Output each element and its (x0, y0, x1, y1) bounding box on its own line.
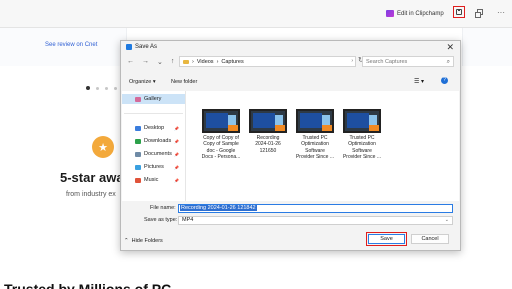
hide-folders-label: Hide Folders (131, 238, 163, 244)
chevron-icon[interactable]: › (351, 58, 353, 64)
file-name-label: File name: (150, 205, 176, 211)
breadcrumb-separator: › (192, 58, 194, 65)
downloads-icon (135, 138, 141, 144)
carousel-dot[interactable] (105, 86, 108, 90)
dialog-title: Save As (135, 44, 158, 50)
breadcrumb-separator: › (216, 58, 219, 65)
address-bar[interactable]: › Videos › Captures › (179, 56, 356, 67)
pin-icon: 📌 (174, 164, 179, 170)
carousel-dot[interactable] (114, 86, 117, 90)
nav-item-downloads[interactable]: Downloads 📌 (122, 136, 185, 146)
nav-item-gallery[interactable]: Gallery (122, 94, 185, 104)
file-name: Copy of Copy of Copy of Sample doc - Goo… (201, 135, 241, 160)
save-form: File name: Recording 2024-01-26 121842 S… (121, 201, 460, 230)
more-options-button[interactable]: ··· (495, 6, 507, 18)
file-name: Trusted PC Optimization Software Provide… (295, 135, 335, 160)
nav-item-label: Gallery (144, 96, 162, 102)
navigation-buttons: ← → ⌄ ↑ (127, 58, 174, 66)
more-icon: ··· (497, 7, 505, 17)
nav-item-label: Desktop (144, 125, 165, 131)
save-as-dialog: Save As ✕ ← → ⌄ ↑ › Videos › Captures › … (120, 40, 461, 251)
chevron-down-icon: ⌄ (444, 217, 449, 223)
review-card (462, 28, 512, 66)
save-button[interactable]: Save (368, 234, 405, 244)
folder-icon (183, 59, 189, 64)
browser-toolbar: Edit in Clipchamp ··· (0, 0, 512, 28)
file-item[interactable]: Copy of Copy of Copy of Sample doc - Goo… (200, 109, 242, 160)
copy-icon (475, 9, 483, 18)
section-heading: Trusted by Millions of PC (4, 281, 172, 289)
breadcrumb-videos[interactable]: Videos (197, 59, 214, 65)
command-bar: Organize ▾ New folder ☰ ▾ ? (121, 76, 460, 88)
back-arrow-icon[interactable]: ← (127, 58, 134, 66)
review-link[interactable]: See review on Cnet (45, 42, 97, 48)
save-button-highlight: Save (366, 232, 407, 246)
pin-icon: 📌 (174, 138, 179, 144)
video-thumbnail (296, 109, 334, 133)
file-list: Copy of Copy of Copy of Sample doc - Goo… (186, 91, 459, 201)
search-input[interactable]: Search Captures ⌕ (362, 56, 454, 67)
file-name: Trusted PC Optimization Software Provide… (342, 135, 382, 160)
pin-icon: 📌 (174, 151, 179, 157)
video-thumbnail (202, 109, 240, 133)
forward-arrow-icon[interactable]: → (142, 58, 149, 66)
up-arrow-icon[interactable]: ↑ (171, 58, 175, 66)
save-as-button[interactable] (453, 6, 465, 18)
breadcrumb-captures[interactable]: Captures (221, 59, 243, 65)
file-item[interactable]: Recording 2024-01-26 121650 (247, 109, 289, 154)
nav-item-music[interactable]: Music 📌 (122, 175, 185, 185)
gallery-icon (135, 96, 141, 102)
close-icon[interactable]: ✕ (446, 42, 454, 53)
carousel-dot[interactable] (96, 86, 99, 90)
view-options-button[interactable]: ☰ ▾ (414, 78, 424, 85)
nav-item-desktop[interactable]: Desktop 📌 (122, 123, 185, 133)
nav-item-label: Documents (144, 151, 172, 157)
nav-item-label: Music (144, 177, 159, 183)
save-as-type-label: Save as type: (144, 217, 178, 223)
edit-in-clipchamp-button[interactable]: Edit in Clipchamp (386, 7, 444, 20)
clipchamp-icon (386, 10, 394, 17)
file-item[interactable]: Trusted PC Optimization Software Provide… (341, 109, 383, 160)
divider (124, 113, 183, 114)
help-icon[interactable]: ? (441, 77, 448, 84)
nav-item-label: Pictures (144, 164, 164, 170)
carousel-dot[interactable] (86, 86, 90, 90)
organize-button[interactable]: Organize ▾ (129, 79, 156, 85)
save-as-type-select[interactable]: MP4 ⌄ (178, 216, 453, 225)
save-as-type-value: MP4 (182, 217, 194, 223)
search-placeholder: Search Captures (366, 59, 408, 65)
nav-item-pictures[interactable]: Pictures 📌 (122, 162, 185, 172)
file-name-input[interactable]: Recording 2024-01-26 121842 (178, 204, 453, 213)
music-icon (135, 177, 141, 183)
award-heading: 5-star awa (60, 170, 124, 185)
copy-button[interactable] (474, 6, 486, 18)
pictures-icon (135, 164, 141, 170)
file-item[interactable]: Trusted PC Optimization Software Provide… (294, 109, 336, 160)
nav-item-label: Downloads (144, 138, 172, 144)
file-name-value: Recording 2024-01-26 121842 (180, 205, 257, 211)
pin-icon: 📌 (174, 125, 179, 131)
award-subtitle: from industry ex (66, 191, 116, 198)
chevron-up-icon: ⌃ (124, 238, 129, 244)
dialog-icon (126, 44, 132, 50)
save-icon (456, 9, 462, 15)
video-thumbnail (343, 109, 381, 133)
dialog-title-bar: Save As (126, 44, 157, 50)
star-icon: ★ (92, 136, 114, 158)
search-icon: ⌕ (446, 59, 450, 65)
edit-in-clipchamp-label: Edit in Clipchamp (397, 10, 444, 17)
pin-icon: 📌 (174, 177, 179, 183)
nav-item-documents[interactable]: Documents 📌 (122, 149, 185, 159)
new-folder-button[interactable]: New folder (171, 79, 197, 85)
file-name: Recording 2024-01-26 121650 (255, 135, 281, 154)
chevron-down-icon[interactable]: ⌄ (157, 58, 163, 66)
video-thumbnail (249, 109, 287, 133)
hide-folders-button[interactable]: ⌃ Hide Folders (124, 238, 163, 244)
cancel-button[interactable]: Cancel (411, 234, 449, 244)
navigation-pane: Gallery Desktop 📌 Downloads 📌 Documents … (122, 91, 186, 201)
documents-icon (135, 151, 141, 157)
desktop-icon (135, 125, 141, 131)
